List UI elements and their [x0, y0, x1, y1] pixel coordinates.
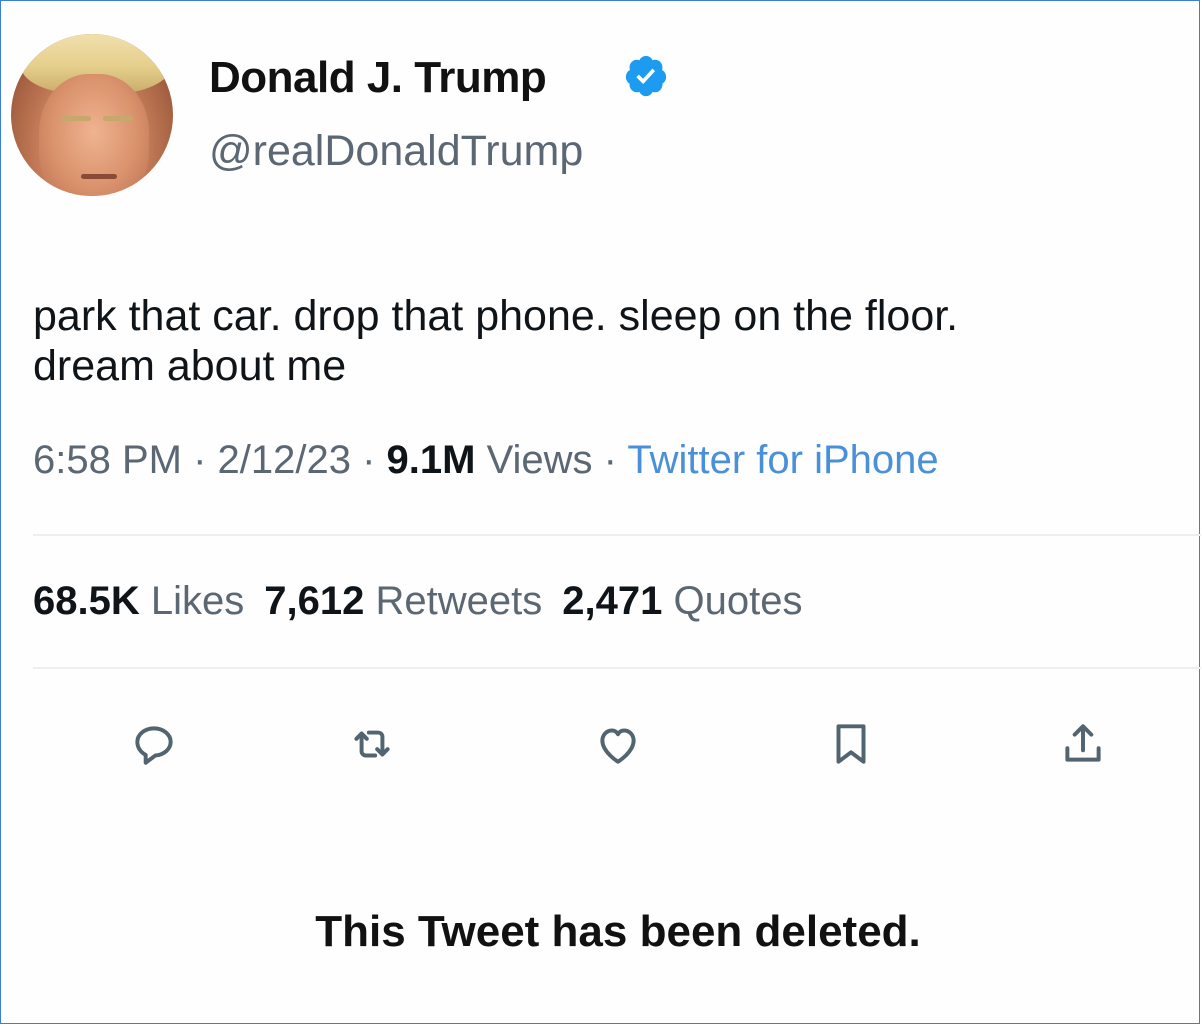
quotes-label: Quotes	[673, 579, 803, 623]
meta-separator: ·	[592, 438, 628, 482]
tweet-meta: 6:58 PM · 2/12/23 · 9.1M Views · Twitter…	[33, 438, 939, 483]
tweet-date[interactable]: 2/12/23	[218, 438, 351, 482]
user-display-name[interactable]: Donald J. Trump	[209, 53, 547, 103]
views-count: 9.1M	[386, 438, 476, 482]
bookmark-button[interactable]	[824, 717, 878, 771]
tweet-text: park that car. drop that phone. sleep on…	[33, 291, 1198, 391]
tweet-stats: 68.5K Likes 7,612 Retweets 2,471 Quotes	[33, 579, 802, 624]
tweet-card: Donald J. Trump @realDonaldTrump park th…	[0, 0, 1201, 1024]
likes-label: Likes	[150, 579, 245, 623]
likes-stat[interactable]: 68.5K Likes	[33, 579, 244, 623]
divider	[33, 534, 1201, 536]
verified-badge-icon	[623, 53, 669, 99]
meta-separator: ·	[350, 438, 387, 482]
tweet-text-line: park that car. drop that phone. sleep on…	[33, 292, 959, 340]
avatar-brow-left	[61, 116, 91, 121]
retweets-count: 7,612	[264, 579, 365, 623]
retweets-stat[interactable]: 7,612 Retweets	[264, 579, 542, 623]
avatar-mouth	[81, 174, 117, 179]
share-icon	[1065, 724, 1101, 762]
meta-separator: ·	[181, 438, 218, 482]
user-handle[interactable]: @realDonaldTrump	[209, 127, 583, 176]
quotes-count: 2,471	[562, 579, 663, 623]
avatar[interactable]	[11, 34, 173, 196]
quotes-stat[interactable]: 2,471 Quotes	[562, 579, 802, 623]
retweet-button[interactable]	[345, 717, 399, 771]
reply-icon	[135, 726, 173, 765]
like-icon	[600, 728, 636, 764]
like-button[interactable]	[591, 717, 645, 771]
divider	[33, 667, 1201, 669]
deleted-notice: This Tweet has been deleted.	[315, 907, 921, 956]
tweet-text-line: dream about me	[33, 342, 347, 390]
bookmark-icon	[836, 724, 866, 764]
retweets-label: Retweets	[375, 579, 543, 623]
avatar-brow-right	[103, 116, 133, 121]
retweet-icon	[354, 730, 390, 758]
tweet-source-link[interactable]: Twitter for iPhone	[627, 438, 938, 482]
views-label: Views	[475, 438, 593, 482]
reply-button[interactable]	[127, 717, 181, 771]
tweet-time[interactable]: 6:58 PM	[33, 438, 182, 482]
likes-count: 68.5K	[33, 579, 140, 623]
share-button[interactable]	[1056, 717, 1110, 771]
